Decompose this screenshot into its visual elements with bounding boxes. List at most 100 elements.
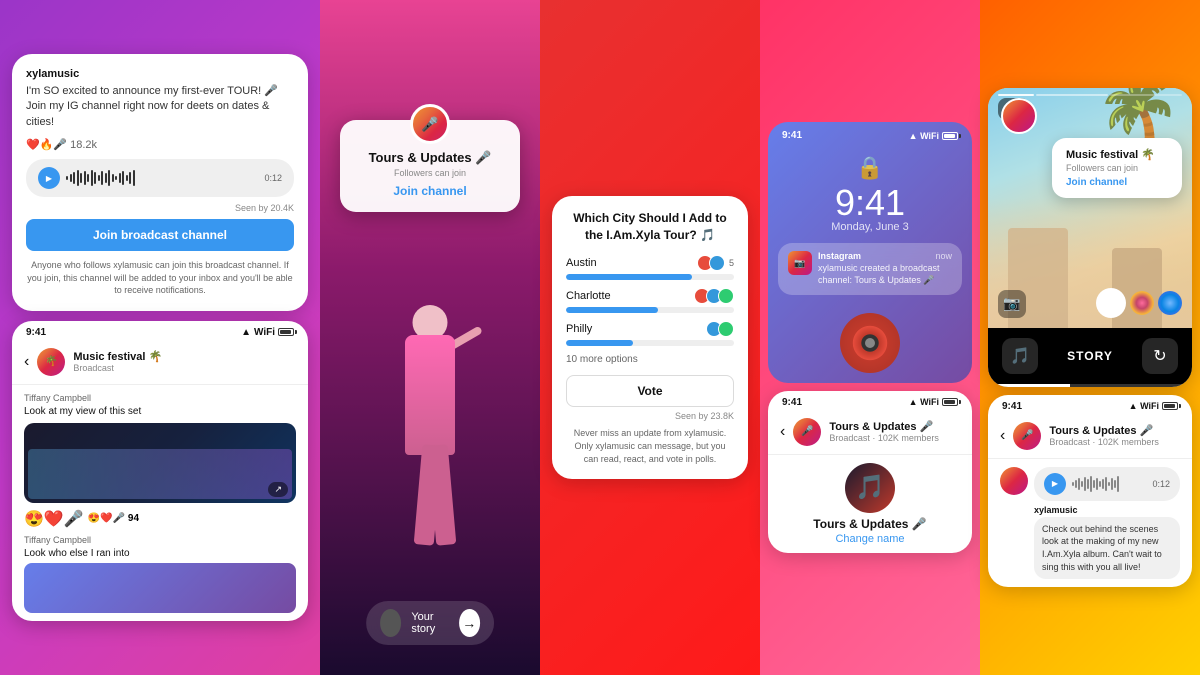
bc-username: xylamusic bbox=[26, 68, 294, 80]
status-time: 9:41 bbox=[782, 397, 802, 408]
poll-option-philly: Philly bbox=[566, 321, 734, 346]
waveform bbox=[66, 168, 258, 188]
change-name-link[interactable]: Change name bbox=[835, 533, 904, 545]
poll-label: Charlotte bbox=[566, 290, 611, 302]
battery-icon bbox=[942, 398, 958, 406]
story-icon-left[interactable]: 🎵 bbox=[1002, 338, 1038, 374]
lockscreen-status-bar: 9:41 ▲ WiFi bbox=[768, 122, 972, 145]
section-concert: 🎤 Tours & Updates 🎤 Followers can join J… bbox=[320, 0, 540, 675]
popup-join-button[interactable]: Join channel bbox=[1066, 177, 1168, 188]
back-button[interactable]: ‹ bbox=[780, 423, 785, 441]
audio-bubble: ▶ bbox=[26, 159, 294, 197]
join-broadcast-button[interactable]: Join broadcast channel bbox=[26, 219, 294, 251]
back-button[interactable]: ‹ bbox=[24, 353, 29, 371]
chat-subtitle: Broadcast · 102K members bbox=[829, 433, 960, 443]
story-bottom-bar: 🎵 STORY ↻ bbox=[988, 328, 1192, 384]
join-channel-button[interactable]: Join channel bbox=[360, 184, 500, 198]
color-swatch-1[interactable] bbox=[1130, 291, 1154, 315]
status-time: 9:41 bbox=[26, 327, 46, 338]
status-bar: 9:41 ▲ WiFi bbox=[988, 395, 1192, 414]
chat-avatar: 🎤 bbox=[1013, 422, 1041, 450]
poll-label: Philly bbox=[566, 323, 592, 335]
battery-icon bbox=[1162, 402, 1178, 410]
seen-text: Seen by 20.4K bbox=[26, 203, 294, 213]
poll-description: Never miss an update from xylamusic. Onl… bbox=[566, 427, 734, 465]
popup-subtitle: Followers can join bbox=[1066, 163, 1168, 173]
camera-icon[interactable]: 📷 bbox=[998, 290, 1026, 318]
more-options-text: 10 more options bbox=[566, 354, 734, 365]
message-image-2 bbox=[24, 563, 296, 613]
notif-time: now bbox=[935, 251, 952, 261]
vinyl-record bbox=[840, 313, 900, 373]
instagram-icon: 📷 bbox=[788, 251, 812, 275]
poll-bar-fill bbox=[566, 340, 633, 346]
poll-bar-bg bbox=[566, 274, 734, 280]
tours-updates-card: 9:41 ▲ WiFi ‹ 🎤 Tours & Updates 🎤 Broadc… bbox=[768, 391, 972, 553]
tours-chat-card: 9:41 ▲ WiFi ‹ 🎤 Tours & Updates 🎤 Broadc… bbox=[988, 395, 1192, 587]
play-button[interactable]: ▶ bbox=[38, 167, 60, 189]
lockscreen-date: Monday, June 3 bbox=[768, 221, 972, 233]
notif-app: Instagram bbox=[818, 251, 861, 261]
poll-bar-fill bbox=[566, 274, 692, 280]
status-icons: ▲ WiFi bbox=[241, 327, 294, 338]
audio-time: 0:12 bbox=[264, 173, 282, 183]
section-poll: Which City Should I Add to the I.Am.Xyla… bbox=[540, 0, 760, 675]
another-sender: Tiffany Campbell bbox=[24, 535, 296, 545]
color-circle[interactable] bbox=[1096, 288, 1126, 318]
section-lockscreen: 9:41 ▲ WiFi 🔒 9:41 Monday, June 3 📷 Inst… bbox=[760, 0, 980, 675]
tours-channel-image: 🎵 bbox=[845, 463, 895, 513]
chat-header: ‹ 🎤 Tours & Updates 🎤 Broadcast · 102K m… bbox=[988, 414, 1192, 459]
poll-label: Austin bbox=[566, 257, 597, 269]
story-avatar bbox=[380, 609, 401, 637]
back-button[interactable]: ‹ bbox=[1000, 427, 1005, 445]
tours-header: ‹ 🎤 Tours & Updates 🎤 Broadcast · 102K m… bbox=[768, 410, 972, 455]
chat-header: ‹ 🌴 Music festival 🌴 Broadcast bbox=[12, 340, 308, 385]
message-bubble: ▶ bbox=[1034, 467, 1180, 579]
vote-button[interactable]: Vote bbox=[566, 375, 734, 407]
reaction-row: 😍❤️🎤 😍❤️🎤 94 bbox=[24, 509, 296, 529]
message-text: Look at my view of this set bbox=[24, 406, 296, 417]
audio-message: ▶ bbox=[1034, 467, 1180, 501]
story-refresh-button[interactable]: ↻ bbox=[1142, 338, 1178, 374]
story-scrubber[interactable] bbox=[988, 384, 1192, 387]
status-bar: 9:41 ▲ WiFi bbox=[768, 391, 972, 410]
vinyl-container bbox=[768, 305, 972, 383]
poll-bar-bg bbox=[566, 307, 734, 313]
battery-icon bbox=[278, 328, 294, 336]
poll-seen: Seen by 23.8K bbox=[566, 411, 734, 421]
lockscreen-notification: 📷 Instagram now xylamusic created a broa… bbox=[778, 243, 962, 294]
color-swatch-2[interactable] bbox=[1158, 291, 1182, 315]
concert-channel-name: Tours & Updates 🎤 bbox=[360, 150, 500, 166]
notification-content: Instagram now xylamusic created a broadc… bbox=[818, 251, 952, 286]
concert-figure bbox=[365, 305, 495, 605]
poll-bar-fill bbox=[566, 307, 658, 313]
sender-name: Tiffany Campbell bbox=[24, 393, 296, 403]
message-avatar bbox=[1000, 467, 1028, 495]
waveform bbox=[1072, 476, 1146, 492]
tours-body: 🎵 Tours & Updates 🎤 Change name bbox=[768, 455, 972, 553]
status-bar: 9:41 ▲ WiFi bbox=[12, 321, 308, 340]
another-message: Look who else I ran into bbox=[24, 548, 296, 559]
tours-avatar: 🎤 bbox=[793, 418, 821, 446]
chat-subtitle: Broadcast bbox=[73, 363, 296, 373]
lockscreen-time: 9:41 bbox=[768, 185, 972, 221]
tours-channel-name: Tours & Updates 🎤 bbox=[813, 517, 926, 531]
section-story: 🌴 Aa Music festival 🌴 Followers can join… bbox=[980, 0, 1200, 675]
send-overlay: ↗ bbox=[268, 482, 288, 497]
story-next-button[interactable]: → bbox=[459, 609, 480, 637]
play-button[interactable]: ▶ bbox=[1044, 473, 1066, 495]
channel-avatar: 🌴 bbox=[37, 348, 65, 376]
chat-body: ▶ bbox=[988, 459, 1192, 587]
story-text: Your story bbox=[411, 611, 448, 635]
tours-channel-avatar: 🎵 bbox=[845, 463, 895, 513]
lock-icon: 🔒 bbox=[768, 145, 972, 185]
status-time: 9:41 bbox=[1002, 401, 1022, 412]
poll-title: Which City Should I Add to the I.Am.Xyla… bbox=[566, 210, 734, 244]
music-festival-card: 9:41 ▲ WiFi ‹ 🌴 Music festival 🌴 Broadca… bbox=[12, 321, 308, 621]
popup-title: Music festival 🌴 bbox=[1066, 148, 1168, 161]
poll-votes: 5 bbox=[697, 255, 734, 271]
story-label: STORY bbox=[1067, 349, 1113, 363]
poll-card: Which City Should I Add to the I.Am.Xyla… bbox=[552, 196, 748, 479]
lockscreen-card: 9:41 ▲ WiFi 🔒 9:41 Monday, June 3 📷 Inst… bbox=[768, 122, 972, 382]
section-broadcast: xylamusic I'm SO excited to announce my … bbox=[0, 0, 320, 675]
